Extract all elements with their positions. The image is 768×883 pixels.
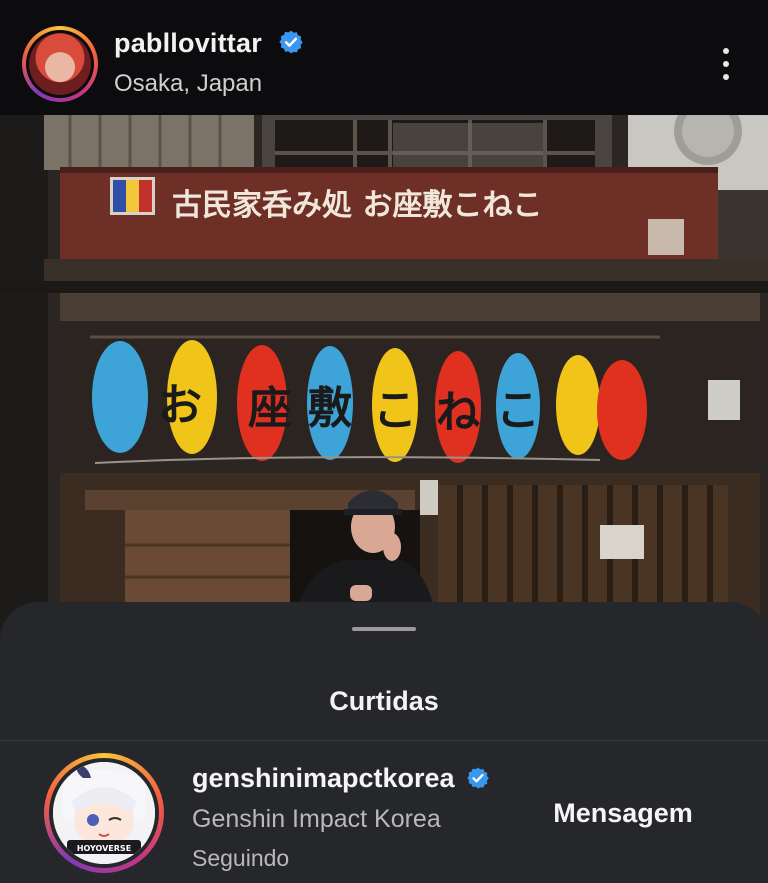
- author-username[interactable]: pabllovittar: [114, 28, 304, 59]
- likes-bottom-sheet: Curtidas HOYOVERSE genshinimapctkorea Ge…: [0, 602, 768, 883]
- hoyoverse-badge: HOYOVERSE: [77, 844, 131, 853]
- liker-full-name: Genshin Impact Korea: [192, 805, 441, 833]
- post-photo[interactable]: 古民家呑み処 お座敷こねこ お 座 敷 こ ね こ: [0, 115, 768, 635]
- liker-avatar-image: HOYOVERSE: [53, 762, 155, 864]
- liker-username-text[interactable]: genshinimapctkorea: [192, 763, 455, 793]
- post-header: pabllovittar Osaka, Japan: [0, 0, 768, 115]
- following-status: Seguindo: [192, 845, 290, 871]
- lantern-glyph: こ: [373, 385, 417, 436]
- more-options-icon[interactable]: [712, 46, 740, 82]
- lantern-glyph: 座: [248, 383, 292, 434]
- lantern-glyph: お: [158, 380, 202, 431]
- author-username-text[interactable]: pabllovittar: [114, 28, 262, 58]
- author-avatar-image: [29, 33, 91, 95]
- sheet-title: Curtidas: [329, 686, 439, 716]
- photo-scene: 古民家呑み処 お座敷こねこ お 座 敷 こ ね こ: [0, 115, 768, 635]
- lantern-glyph: ね: [436, 387, 480, 438]
- verified-badge-icon: [278, 30, 303, 54]
- liker-username[interactable]: genshinimapctkorea: [192, 763, 490, 794]
- lantern-glyph: こ: [496, 385, 540, 436]
- post-location[interactable]: Osaka, Japan: [114, 70, 262, 98]
- liker-avatar[interactable]: HOYOVERSE: [44, 753, 164, 873]
- message-button[interactable]: Mensagem: [528, 791, 718, 835]
- verified-badge-icon: [467, 767, 489, 789]
- lantern-glyph: 敷: [308, 383, 352, 434]
- list-item[interactable]: HOYOVERSE genshinimapctkorea Genshin Imp…: [0, 741, 768, 883]
- author-avatar[interactable]: [22, 26, 98, 102]
- drag-handle[interactable]: [352, 627, 416, 631]
- sign-text: 古民家呑み処 お座敷こねこ: [172, 188, 542, 223]
